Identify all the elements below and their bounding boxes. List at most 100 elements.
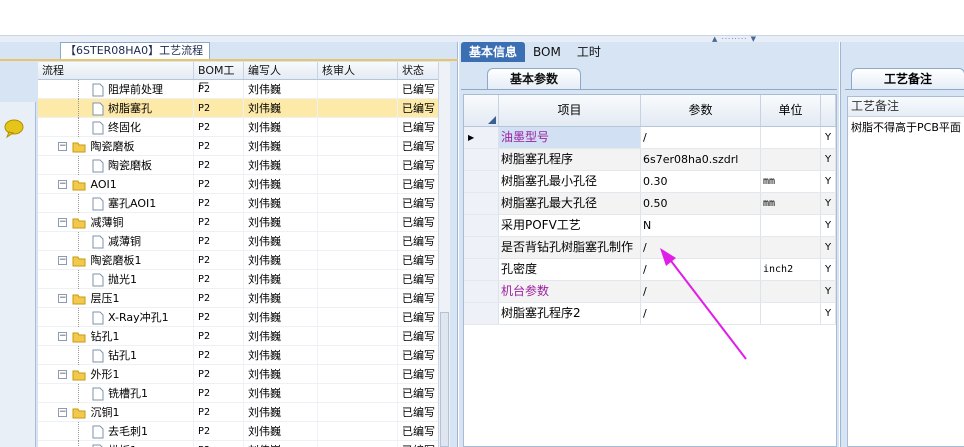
param-row[interactable]: 树脂塞孔程序2/ Y (464, 303, 836, 325)
flow-cell[interactable]: − AOI1 (38, 174, 194, 194)
flow-cell[interactable]: 终固化 (38, 117, 194, 137)
bom-cell[interactable]: P2 (194, 345, 244, 365)
flow-row[interactable]: 阻焊前处理 P2 刘伟巍 已编写 (38, 79, 450, 99)
bom-cell[interactable]: P2 (194, 155, 244, 175)
flow-cell[interactable]: 去毛刺1 (38, 421, 194, 441)
param-unit-cell[interactable] (761, 215, 821, 236)
collapse-icon[interactable]: − (58, 294, 67, 303)
flow-cell[interactable]: X-Ray冲孔1 (38, 307, 194, 327)
bom-cell[interactable]: P2 (194, 98, 244, 118)
flow-row[interactable]: − 减薄铜 P2 刘伟巍 已编写 (38, 212, 450, 232)
param-item-cell[interactable]: 机台参数 (499, 281, 641, 302)
reviewer-cell[interactable] (318, 250, 398, 270)
flow-cell[interactable]: − 外形1 (38, 364, 194, 384)
row-indicator[interactable] (464, 259, 499, 280)
row-indicator[interactable] (464, 171, 499, 192)
reviewer-cell[interactable] (318, 307, 398, 327)
flow-row[interactable]: 减薄铜 P2 刘伟巍 已编写 (38, 231, 450, 251)
reviewer-cell[interactable] (318, 231, 398, 251)
flow-row[interactable]: − 层压1 P2 刘伟巍 已编写 (38, 288, 450, 308)
reviewer-cell[interactable] (318, 174, 398, 194)
flow-row[interactable]: − 陶瓷磨板1 P2 刘伟巍 已编写 (38, 250, 450, 270)
bom-cell[interactable]: P2 (194, 231, 244, 251)
bom-cell[interactable]: P2 (194, 212, 244, 232)
param-item-cell[interactable]: 树脂塞孔程序 (499, 149, 641, 170)
flow-row[interactable]: − AOI1 P2 刘伟巍 已编写 (38, 174, 450, 194)
param-item-cell[interactable]: 孔密度 (499, 259, 641, 280)
bom-cell[interactable]: P2 (194, 402, 244, 422)
writer-cell[interactable]: 刘伟巍 (244, 136, 318, 156)
col-flow-header[interactable]: 流程 (38, 62, 194, 79)
writer-cell[interactable]: 刘伟巍 (244, 364, 318, 384)
bom-cell[interactable]: P2 (194, 269, 244, 289)
flow-cell[interactable]: − 钻孔1 (38, 326, 194, 346)
writer-cell[interactable]: 刘伟巍 (244, 307, 318, 327)
flow-cell[interactable]: 减薄铜 (38, 231, 194, 251)
param-row[interactable]: 孔密度 / inch2 Y (464, 259, 836, 281)
col-unit-header[interactable]: 单位 (761, 95, 821, 126)
col-param-header[interactable]: 参数 (641, 95, 761, 126)
flow-cell[interactable]: − 陶瓷磨板1 (38, 250, 194, 270)
tab-process-remarks[interactable]: 工艺备注 (851, 68, 964, 90)
param-flag-cell[interactable]: Y (821, 237, 836, 258)
reviewer-cell[interactable] (318, 212, 398, 232)
scrollbar-thumb[interactable] (440, 312, 449, 447)
chat-bubble-icon[interactable] (4, 118, 24, 138)
collapse-icon[interactable]: − (58, 332, 67, 341)
flow-row[interactable]: 陶瓷磨板 P2 刘伟巍 已编写 (38, 155, 450, 175)
flow-cell[interactable]: − 陶瓷磨板 (38, 136, 194, 156)
tab-bom[interactable]: BOM (525, 42, 569, 62)
writer-cell[interactable]: 刘伟巍 (244, 79, 318, 99)
collapse-icon[interactable]: − (58, 370, 67, 379)
row-indicator[interactable] (464, 303, 499, 324)
param-flag-cell[interactable]: Y (821, 171, 836, 192)
flow-row[interactable]: 塞孔AOI1 P2 刘伟巍 已编写 (38, 193, 450, 213)
writer-cell[interactable]: 刘伟巍 (244, 345, 318, 365)
reviewer-cell[interactable] (318, 117, 398, 137)
param-value-cell[interactable]: / (641, 303, 761, 324)
reviewer-cell[interactable] (318, 136, 398, 156)
flow-cell[interactable]: − 减薄铜 (38, 212, 194, 232)
param-unit-cell[interactable] (761, 127, 821, 148)
writer-cell[interactable]: 刘伟巍 (244, 421, 318, 441)
flow-row[interactable]: 烘板1P2刘伟巍已编写 (38, 440, 450, 447)
reviewer-cell[interactable] (318, 440, 398, 447)
bom-cell[interactable]: P2 (194, 440, 244, 447)
param-row[interactable]: 机台参数 / Y (464, 281, 836, 303)
reviewer-cell[interactable] (318, 98, 398, 118)
collapse-icon[interactable]: − (58, 142, 67, 151)
param-row[interactable]: ▶ 油墨型号 / Y (464, 127, 836, 149)
tab-basic-params[interactable]: 基本参数 (487, 68, 581, 90)
writer-cell[interactable]: 刘伟巍 (244, 155, 318, 175)
bom-cell[interactable]: P2 (194, 250, 244, 270)
reviewer-cell[interactable] (318, 326, 398, 346)
reviewer-cell[interactable] (318, 345, 398, 365)
param-flag-cell[interactable]: Y (821, 127, 836, 148)
flow-row[interactable]: 铣槽孔1 P2 刘伟巍 已编写 (38, 383, 450, 403)
bom-cell[interactable]: P2 (194, 288, 244, 308)
param-unit-cell[interactable]: mm (761, 193, 821, 214)
bom-cell[interactable]: P2 (194, 364, 244, 384)
flow-row[interactable]: X-Ray冲孔1 P2 刘伟巍 已编写 (38, 307, 450, 327)
current-row-pointer-icon[interactable]: ▶ (464, 127, 499, 148)
flow-cell[interactable]: 铣槽孔1 (38, 383, 194, 403)
param-value-cell[interactable]: / (641, 127, 761, 148)
param-row[interactable]: 采用POFV工艺 N Y (464, 215, 836, 237)
param-row[interactable]: 是否背钻孔树脂塞孔制作 / Y (464, 237, 836, 259)
row-indicator[interactable] (464, 149, 499, 170)
param-item-cell[interactable]: 采用POFV工艺 (499, 215, 641, 236)
param-flag-cell[interactable]: Y (821, 303, 836, 324)
flow-cell[interactable]: 抛光1 (38, 269, 194, 289)
tab-basic-info[interactable]: 基本信息 (461, 42, 526, 62)
flow-cell[interactable]: 阻焊前处理 (38, 79, 194, 99)
bom-cell[interactable]: P2 (194, 174, 244, 194)
bom-cell[interactable]: P2 (194, 383, 244, 403)
param-value-cell[interactable]: / (641, 237, 761, 258)
writer-cell[interactable]: 刘伟巍 (244, 174, 318, 194)
reviewer-cell[interactable] (318, 364, 398, 384)
flow-cell[interactable]: 树脂塞孔 (38, 98, 194, 118)
writer-cell[interactable]: 刘伟巍 (244, 402, 318, 422)
param-row[interactable]: 树脂塞孔最小孔径 0.30 mm Y (464, 171, 836, 193)
reviewer-cell[interactable] (318, 79, 398, 99)
flow-row[interactable]: − 钻孔1 P2 刘伟巍 已编写 (38, 326, 450, 346)
